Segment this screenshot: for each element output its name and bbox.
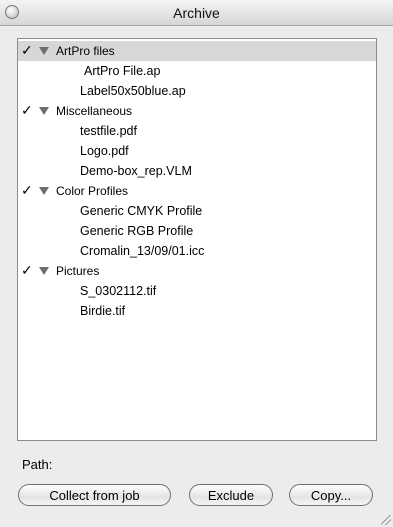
group-row-pictures[interactable]: ✓ Pictures [18,261,376,281]
file-label: Generic CMYK Profile [80,204,203,218]
file-row[interactable]: testfile.pdf [18,121,376,141]
file-label: ArtPro File.ap [84,64,161,78]
group-row-artpro-files[interactable]: ✓ ArtPro files [18,41,376,61]
checkmark-icon[interactable]: ✓ [21,102,33,119]
path-label: Path: [22,457,53,472]
resize-grip-icon[interactable] [381,515,391,525]
checkmark-icon[interactable]: ✓ [21,42,33,59]
triangle-down-icon[interactable] [39,187,49,195]
group-row-color-profiles[interactable]: ✓ Color Profiles [18,181,376,201]
file-row[interactable]: ArtPro File.ap [18,61,376,81]
file-label: testfile.pdf [80,124,137,138]
group-row-miscellaneous[interactable]: ✓ Miscellaneous [18,101,376,121]
file-label: Logo.pdf [80,144,129,158]
archive-window: Archive ✓ ArtPro files ArtPro File.ap La… [0,0,393,527]
checkmark-icon[interactable]: ✓ [21,182,33,199]
archive-file-list[interactable]: ✓ ArtPro files ArtPro File.ap Label50x50… [17,38,377,441]
exclude-button[interactable]: Exclude [189,484,273,506]
file-row[interactable]: Cromalin_13/09/01.icc [18,241,376,261]
file-row[interactable]: Generic RGB Profile [18,221,376,241]
file-row[interactable]: Label50x50blue.ap [18,81,376,101]
file-label: S_0302112.tif [80,284,157,298]
group-label: Color Profiles [56,184,129,198]
file-row[interactable]: Demo-box_rep.VLM [18,161,376,181]
file-row[interactable]: Birdie.tif [18,301,376,321]
file-row[interactable]: Logo.pdf [18,141,376,161]
triangle-down-icon[interactable] [39,47,49,55]
collect-from-job-button[interactable]: Collect from job [18,484,171,506]
group-label: Pictures [56,264,100,278]
file-label: Label50x50blue.ap [80,84,186,98]
file-label: Generic RGB Profile [80,224,194,238]
file-row[interactable]: S_0302112.tif [18,281,376,301]
title-bar[interactable]: Archive [0,0,393,26]
group-label: Miscellaneous [56,104,133,118]
triangle-down-icon[interactable] [39,107,49,115]
copy-button[interactable]: Copy... [289,484,373,506]
checkmark-icon[interactable]: ✓ [21,262,33,279]
file-row[interactable]: Generic CMYK Profile [18,201,376,221]
file-label: Cromalin_13/09/01.icc [80,244,205,258]
group-label: ArtPro files [56,44,115,58]
triangle-down-icon[interactable] [39,267,49,275]
window-title: Archive [173,5,220,21]
file-label: Birdie.tif [80,304,126,318]
file-label: Demo-box_rep.VLM [80,164,192,178]
